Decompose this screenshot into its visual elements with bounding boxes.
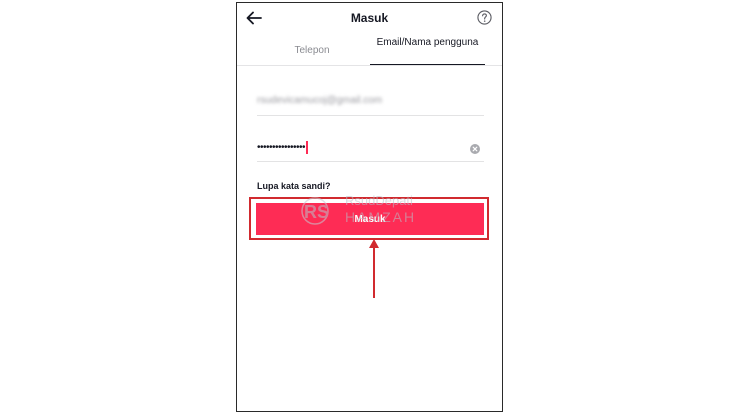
forgot-password-link[interactable]: Lupa kata sandi? — [257, 181, 331, 191]
login-button[interactable]: Masuk — [256, 203, 484, 235]
phone-screen: Masuk Telepon Email/Nama pengguna rsudev… — [236, 2, 503, 412]
page-title: Masuk — [350, 11, 389, 25]
text-cursor — [306, 141, 308, 154]
email-field[interactable]: rsudevicamucoj@gmail.com — [257, 89, 484, 116]
clear-circle-icon[interactable] — [470, 144, 480, 154]
annotation-arrow-icon — [369, 239, 379, 298]
question-circle-icon[interactable] — [477, 10, 492, 25]
password-dots: •••••••••••••••• — [257, 142, 306, 154]
email-value: rsudevicamucoj@gmail.com — [257, 95, 383, 106]
tab-phone[interactable]: Telepon — [272, 45, 352, 57]
tabs-divider — [237, 65, 502, 66]
login-method-tabs: Telepon Email/Nama pengguna — [237, 37, 502, 67]
password-field[interactable]: •••••••••••••••• — [257, 135, 484, 162]
tab-email-username[interactable]: Email/Nama pengguna — [370, 37, 485, 49]
header: Masuk — [237, 3, 502, 33]
password-value: •••••••••••••••• — [257, 141, 308, 154]
